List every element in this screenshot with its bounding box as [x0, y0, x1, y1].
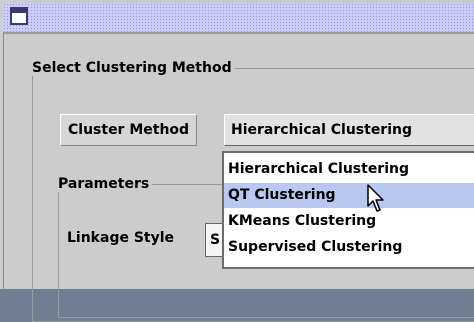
option-supervised-clustering[interactable]: Supervised Clustering: [224, 235, 474, 260]
cluster-method-label: Cluster Method: [60, 114, 198, 146]
cluster-method-dropdown-list[interactable]: Hierarchical Clustering QT Clustering KM…: [222, 151, 474, 269]
parameters-legend: Parameters: [58, 176, 150, 192]
cluster-method-selected-value: Hierarchical Clustering: [231, 122, 413, 138]
linkage-style-value: S: [210, 232, 221, 248]
select-clustering-method-legend: Select Clustering Method: [32, 60, 232, 76]
linkage-style-label: Linkage Style: [67, 230, 175, 246]
option-hierarchical-clustering[interactable]: Hierarchical Clustering: [224, 157, 474, 182]
title-bar[interactable]: [3, 3, 474, 33]
option-kmeans-clustering[interactable]: KMeans Clustering: [224, 209, 474, 234]
window-menu-icon[interactable]: [10, 7, 28, 25]
cluster-method-combobox[interactable]: Hierarchical Clustering: [224, 114, 474, 146]
option-qt-clustering[interactable]: QT Clustering: [224, 183, 474, 208]
application-window: Select Clustering Method Cluster Method …: [0, 0, 474, 322]
arrow-pointer-icon: [367, 184, 384, 212]
